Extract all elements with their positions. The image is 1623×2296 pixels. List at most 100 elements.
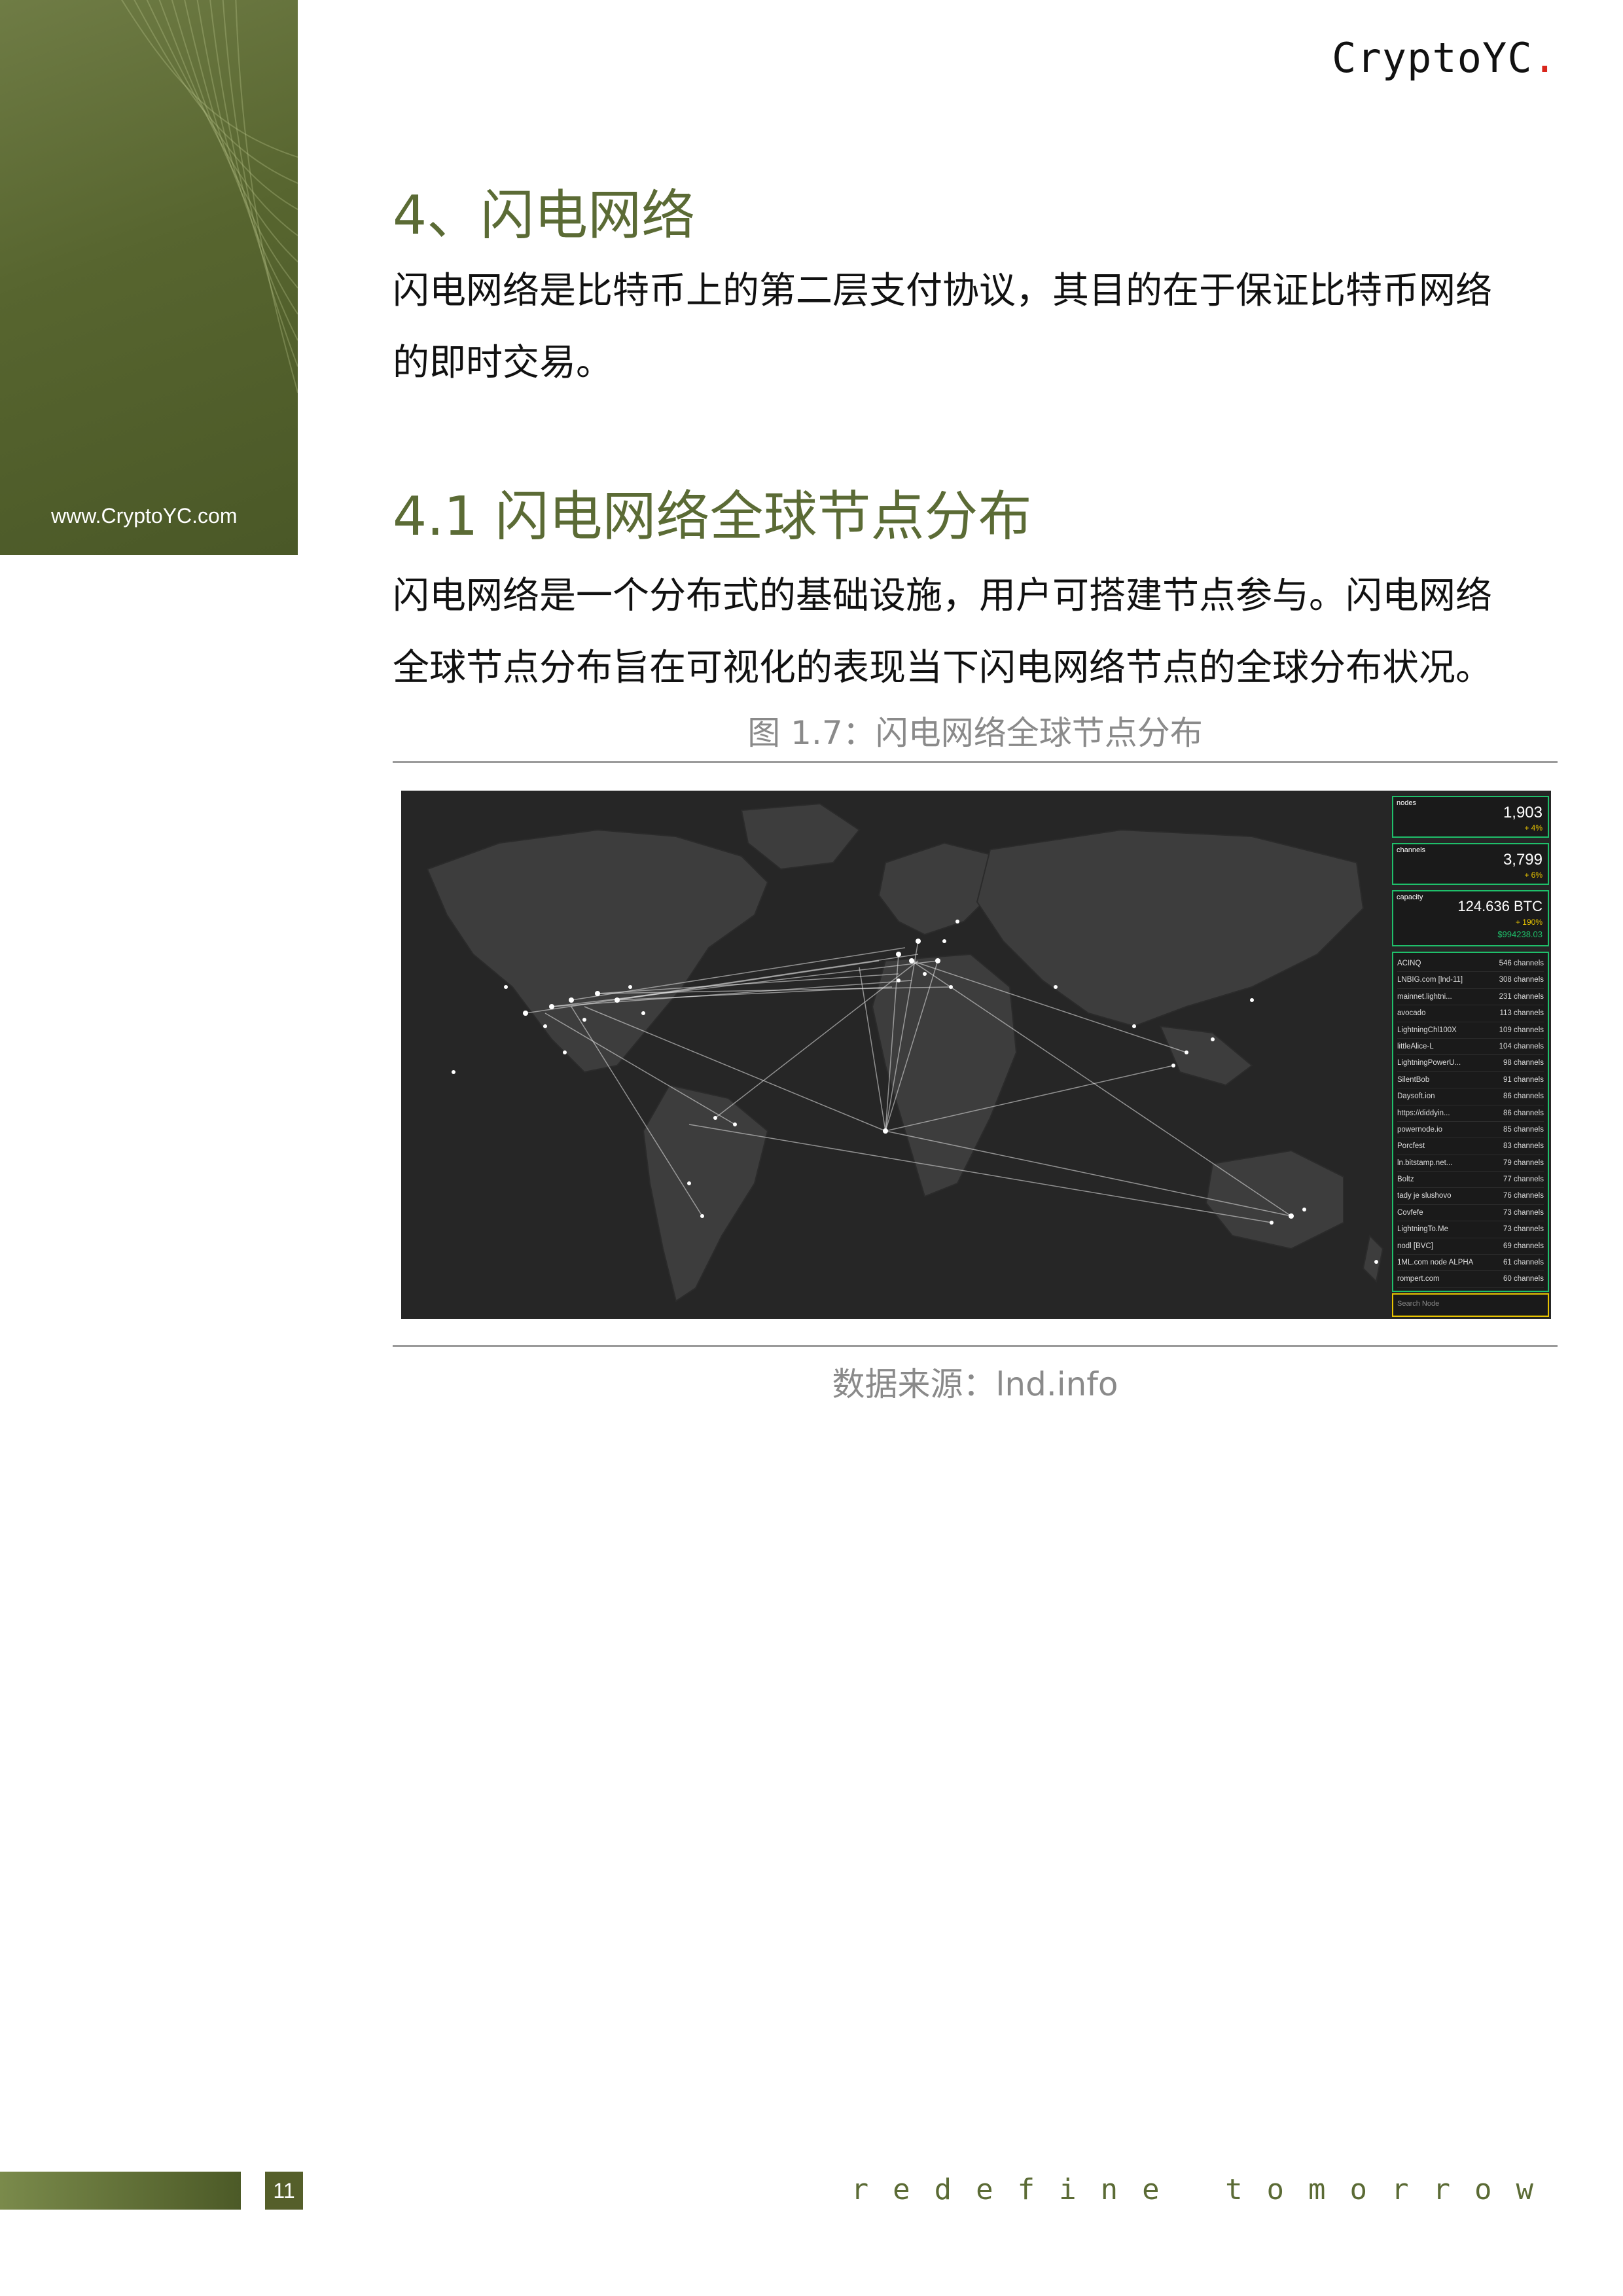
node-channel-count: 73 channels — [1503, 1225, 1544, 1234]
node-list-row[interactable]: SilentBob 91 channels — [1397, 1072, 1544, 1089]
north-america — [426, 829, 769, 1073]
world-map-figure: nodes 1,903 + 4% channels 3,799 + 6% cap… — [401, 791, 1551, 1319]
node-list-panel[interactable]: ACINQ 546 channels LNBIG.com [lnd-11] 308 c… — [1392, 952, 1549, 1292]
node-name: powernode.io — [1397, 1125, 1443, 1134]
node-name: LightningTo.Me — [1397, 1225, 1448, 1234]
subsection-body: 闪电网络是一个分布式的基础设施，用户可搭建节点参与。闪电网络 全球节点分布旨在可… — [393, 560, 1558, 704]
node-channel-count: 113 channels — [1499, 1009, 1544, 1018]
node-channel-count: 61 channels — [1503, 1259, 1544, 1267]
capacity-panel: capacity 124.636 BTC + 190% $994238.03 — [1392, 890, 1549, 946]
node-list-row[interactable]: tady je slushovo 76 channels — [1397, 1188, 1544, 1205]
page-number: 11 — [265, 2172, 303, 2210]
caption-divider — [393, 761, 1558, 763]
node-name: rompert.com — [1397, 1275, 1440, 1283]
capacity-change: + 190% — [1515, 918, 1543, 927]
node-channel-count: 79 channels — [1503, 1158, 1544, 1167]
south-america — [642, 1084, 769, 1302]
node-list-row[interactable]: 1ML.com node ALPHA 61 channels — [1397, 1255, 1544, 1272]
section-heading: 4、闪电网络 — [393, 185, 696, 247]
node-list-row[interactable]: rompert.com 60 channels — [1397, 1271, 1544, 1288]
node-list-row[interactable]: LNBIG.com [lnd-11] 308 channels — [1397, 972, 1544, 989]
node-list-row[interactable]: LightningPowerU... 98 channels — [1397, 1055, 1544, 1072]
map-svg — [426, 802, 1384, 1302]
node-list-row[interactable]: Daysoft.ion 86 channels — [1397, 1088, 1544, 1105]
node-channel-count: 76 channels — [1503, 1192, 1544, 1200]
node-list-row[interactable]: mainnet.lightni... 231 channels — [1397, 989, 1544, 1006]
node-channel-count: 57 channels — [1503, 1288, 1544, 1291]
website-url[interactable]: www.CryptoYC.com — [51, 504, 238, 528]
node-channel-count: 546 channels — [1499, 960, 1544, 967]
node-channel-count: 77 channels — [1503, 1175, 1544, 1184]
node-name: avocado — [1397, 1009, 1426, 1018]
node-name: LightningChl100X — [1397, 1026, 1457, 1034]
node-name: Boltz — [1397, 1175, 1414, 1184]
node-list-row[interactable]: ACINQ 546 channels — [1397, 956, 1544, 973]
node-name: LNBIG.com [lnd-11] — [1397, 976, 1463, 984]
section-intro: 闪电网络是比特币上的第二层支付协议，其目的在于保证比特币网络 的即时交易。 — [393, 255, 1558, 399]
channels-label: channels — [1397, 846, 1426, 854]
node-list-row[interactable]: powernode.io 85 channels — [1397, 1122, 1544, 1139]
node-name: mainnet.lightni... — [1397, 992, 1452, 1001]
channels-value: 3,799 — [1503, 851, 1543, 869]
capacity-value: 124.636 BTC — [1457, 898, 1543, 914]
nodes-value: 1,903 — [1503, 804, 1543, 821]
nodes-change: + 4% — [1524, 823, 1543, 833]
node-name: Covfefe — [1397, 1208, 1423, 1217]
brand-name: CryptoYC — [1332, 34, 1533, 82]
node-name: nerdbanks.com — [1397, 1288, 1449, 1291]
node-list-row[interactable]: LightningChl100X 109 channels — [1397, 1022, 1544, 1039]
figure-caption: 图 1.7：闪电网络全球节点分布 — [747, 714, 1203, 752]
node-name: LightningPowerU... — [1397, 1059, 1461, 1067]
node-list-row[interactable]: littleAlice-L 104 channels — [1397, 1039, 1544, 1056]
node-channel-count: 86 channels — [1503, 1109, 1544, 1117]
node-channel-count: 91 channels — [1503, 1075, 1544, 1084]
footer-tagline: redefine tomorrow — [851, 2173, 1558, 2206]
node-name: ln.bitstamp.net... — [1397, 1158, 1453, 1167]
node-name: 1ML.com node ALPHA — [1397, 1259, 1474, 1267]
node-channel-count: 73 channels — [1503, 1208, 1544, 1217]
body-line-2: 全球节点分布旨在可视化的表现当下闪电网络节点的全球分布状况。 — [393, 647, 1492, 689]
node-list-row[interactable]: Porcfest 83 channels — [1397, 1138, 1544, 1155]
europe — [878, 842, 998, 936]
node-list-row[interactable]: nerdbanks.com 57 channels — [1397, 1288, 1544, 1291]
footer-bar — [0, 2172, 241, 2210]
node-channel-count: 86 channels — [1503, 1092, 1544, 1101]
southeast-asia — [1159, 1025, 1253, 1086]
node-name: littleAlice-L — [1397, 1042, 1434, 1050]
node-list-row[interactable]: nodl [BVC] 69 channels — [1397, 1238, 1544, 1255]
node-list-row[interactable]: Covfefe 73 channels — [1397, 1205, 1544, 1222]
node-channel-count: 104 channels — [1499, 1042, 1544, 1050]
node-list-row[interactable]: avocado 113 channels — [1397, 1005, 1544, 1022]
node-channel-count: 308 channels — [1499, 976, 1544, 984]
africa — [871, 953, 1018, 1198]
source-divider — [393, 1345, 1558, 1347]
intro-line-2: 的即时交易。 — [393, 342, 613, 384]
nodes-panel: nodes 1,903 + 4% — [1392, 796, 1549, 838]
node-list-row[interactable]: ln.bitstamp.net... 79 channels — [1397, 1155, 1544, 1172]
node-channel-count: 109 channels — [1499, 1026, 1544, 1034]
continents — [426, 802, 1384, 1302]
australia — [1205, 1149, 1344, 1250]
node-channel-count: 83 channels — [1503, 1142, 1544, 1151]
decorative-wave-lines — [121, 0, 298, 393]
new-zealand — [1362, 1234, 1384, 1283]
sidebar-panel: www.CryptoYC.com — [0, 0, 298, 555]
body-line-1: 闪电网络是一个分布式的基础设施，用户可搭建节点参与。闪电网络 — [393, 575, 1492, 617]
node-list: ACINQ 546 channels LNBIG.com [lnd-11] 308 c… — [1393, 953, 1548, 1291]
brand-logo: CryptoYC. — [1332, 34, 1558, 82]
node-name: tady je slushovo — [1397, 1192, 1452, 1200]
intro-line-1: 闪电网络是比特币上的第二层支付协议，其目的在于保证比特币网络 — [393, 270, 1492, 312]
search-node-placeholder: Search Node — [1397, 1300, 1440, 1308]
node-list-row[interactable]: Boltz 77 channels — [1397, 1172, 1544, 1189]
node-name: Porcfest — [1397, 1142, 1425, 1151]
node-list-row[interactable]: https://diddyin... 86 channels — [1397, 1105, 1544, 1122]
channels-change: + 6% — [1524, 870, 1543, 880]
capacity-usd: $994238.03 — [1497, 929, 1543, 939]
node-name: https://diddyin... — [1397, 1109, 1450, 1117]
node-channel-count: 231 channels — [1499, 992, 1544, 1001]
figure-source: 数据来源：lnd.info — [832, 1365, 1118, 1403]
search-node-input[interactable]: Search Node — [1392, 1293, 1549, 1317]
node-name: Daysoft.ion — [1397, 1092, 1435, 1101]
node-list-row[interactable]: LightningTo.Me 73 channels — [1397, 1221, 1544, 1238]
asia — [976, 829, 1364, 1028]
